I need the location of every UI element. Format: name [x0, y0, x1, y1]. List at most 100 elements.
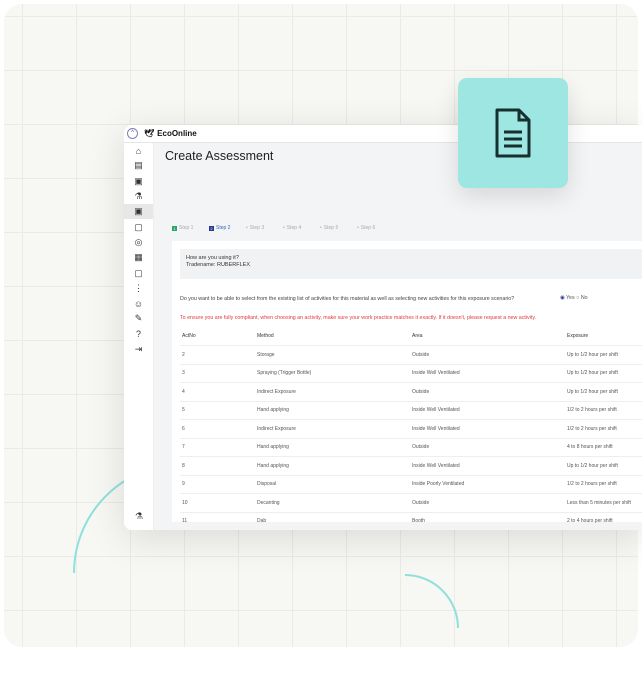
table-cell: 6 [180, 419, 255, 439]
table-cell: 1/2 to 2 hours per shift [565, 401, 642, 420]
step-6[interactable]: • Step 6 [357, 225, 394, 231]
location-icon[interactable]: ◎ [124, 235, 153, 250]
table-cell: Booth [410, 512, 565, 530]
more-icon[interactable]: ⋮ [124, 281, 153, 296]
table-cell: Indirect Exposure [255, 419, 410, 439]
page-title: Create Assessment [165, 149, 274, 163]
table-row[interactable]: 6 Indirect Exposure Inside Well Ventilated… [180, 419, 642, 439]
step-number: • [283, 225, 285, 231]
document-edit-icon[interactable]: ✎ [124, 311, 153, 326]
table-row[interactable]: 7 Hand applying Outside 4 to 8 hours per sh… [180, 438, 642, 457]
table-row[interactable]: 2 Storage Outside Up to 1/2 hour per shift [180, 345, 642, 365]
flask-icon[interactable]: ⚗ [124, 189, 153, 204]
clipboard-check-icon[interactable]: ▢ [124, 219, 153, 234]
table-row[interactable]: 9 Disposal Inside Poorly Ventilated 1/2 to … [180, 475, 642, 494]
step-number: 2 [209, 225, 214, 231]
table-cell: Up to 1/2 hour per shift [565, 382, 642, 402]
step-number: 1 [172, 225, 177, 231]
table-cell: Hand applying [255, 401, 410, 420]
step-2[interactable]: 2 Step 2 [209, 225, 246, 231]
table-row[interactable]: 5 Hand applying Inside Well Ventilated 1/2 … [180, 401, 642, 420]
step-5[interactable]: • Step 5 [320, 225, 357, 231]
compliance-warning: To ensure you are fully compliant, when … [180, 315, 537, 321]
step-label: Step 4 [286, 225, 302, 231]
tradename: Tradename: RUBERFLEX [186, 262, 250, 268]
radio-no-label: No [580, 295, 588, 301]
table-cell: Outside [410, 493, 565, 513]
step-label: Step 5 [323, 225, 339, 231]
user-icon[interactable]: ☺ [124, 296, 153, 311]
main-content: Create Assessment 1 Step 1 2 Step 2 • Step 3 •… [154, 143, 642, 530]
collapse-icon[interactable]: ^ [127, 128, 138, 139]
clipboard-user-icon[interactable]: ▣ [124, 174, 153, 189]
step-4[interactable]: • Step 4 [283, 225, 320, 231]
radio-yes-label: Yes [566, 295, 575, 301]
step-number: • [246, 225, 248, 231]
table-cell: Up to 1/2 hour per shift [565, 345, 642, 365]
table-cell: Hand applying [255, 438, 410, 457]
table-cell: 5 [180, 401, 255, 420]
table-row[interactable]: 8 Hand applying Inside Well Ventilated Up t… [180, 456, 642, 476]
step-label: Step 3 [249, 225, 265, 231]
radio-no[interactable]: ○ [576, 295, 579, 301]
table-cell: 7 [180, 438, 255, 457]
table-cell: Storage [255, 345, 410, 365]
table-cell: Indirect Exposure [255, 382, 410, 402]
table-cell: Inside Poorly Ventilated [410, 475, 565, 494]
table-cell: Less than 5 minutes per shift [565, 493, 642, 513]
table-row[interactable]: 10 Decanting Outside Less than 5 minutes pe… [180, 493, 642, 513]
table-cell: Outside [410, 345, 565, 365]
step-label: Step 1 [179, 225, 194, 231]
table-row[interactable]: 4 Indirect Exposure Outside Up to 1/2 hour … [180, 382, 642, 402]
building-icon[interactable]: ▤ [124, 158, 153, 173]
table-cell: Inside Well Ventilated [410, 419, 565, 439]
table-cell: 9 [180, 475, 255, 494]
table-row[interactable]: 11 Dab Booth 2 to 4 hours per shift [180, 512, 642, 530]
usage-question: How are you using it? [186, 255, 239, 261]
step-number: • [320, 225, 322, 231]
table-cell: Decanting [255, 493, 410, 513]
table-cell: Outside [410, 438, 565, 457]
column-header[interactable]: Area [410, 327, 565, 346]
clipboard-add-icon[interactable]: ▣ [124, 204, 153, 220]
stepper: 1 Step 1 2 Step 2 • Step 3 • Step 4 • Step 5 • Step… [172, 225, 394, 231]
step-label: Step 6 [360, 225, 376, 231]
checklist-icon[interactable]: ▢ [124, 265, 153, 280]
step-3[interactable]: • Step 3 [246, 225, 283, 231]
activity-radio-group: ◉ Yes ○ No [560, 295, 588, 301]
calendar-icon[interactable]: ▦ [124, 250, 153, 265]
home-icon[interactable]: ⌂ [124, 143, 153, 158]
sidebar: ⌂ ▤ ▣ ⚗ ▣ ▢ ◎ ▦ ▢ ⋮ ☺ ✎? ⇥ ⚗ [124, 143, 154, 530]
radio-yes[interactable]: ◉ [560, 295, 565, 301]
table-row[interactable]: 3 Spraying (Trigger Bottle) Inside Well Ve… [180, 364, 642, 383]
table-cell: 2 [180, 345, 255, 365]
table-cell: Up to 1/2 hour per shift [565, 364, 642, 383]
column-header[interactable]: Exposure [565, 327, 642, 346]
flask-bottom-icon[interactable]: ⚗ [124, 509, 154, 524]
column-header[interactable]: ActNo [180, 327, 255, 346]
column-header[interactable]: Method [255, 327, 410, 346]
step-1[interactable]: 1 Step 1 [172, 225, 209, 231]
table-cell: 1/2 to 2 hours per shift [565, 475, 642, 494]
logo: 🕊 EcoOnline [144, 129, 197, 138]
table-cell: Up to 1/2 hour per shift [565, 456, 642, 476]
table-cell: Inside Well Ventilated [410, 456, 565, 476]
table-cell: Hand applying [255, 456, 410, 476]
table-cell: 1/2 to 2 hours per shift [565, 419, 642, 439]
table-cell: 10 [180, 493, 255, 513]
table-cell: Inside Well Ventilated [410, 401, 565, 420]
table-cell: Outside [410, 382, 565, 402]
table-cell: 4 to 8 hours per shift [565, 438, 642, 457]
form-panel: How are you using it? Tradename: RUBERFL… [172, 241, 642, 530]
document-tile [458, 78, 568, 188]
table-header: ActNo Method Area Exposure [180, 327, 642, 346]
table-cell: 3 [180, 364, 255, 383]
help-icon[interactable]: ? [124, 327, 153, 342]
bird-logo-icon: 🕊 [144, 129, 155, 138]
table-cell: Disposal [255, 475, 410, 494]
table-cell: Inside Well Ventilated [410, 364, 565, 383]
usage-info-box: How are you using it? Tradename: RUBERFL… [180, 249, 642, 279]
activity-question: Do you want to be able to select from th… [180, 296, 515, 302]
step-label: Step 2 [216, 225, 231, 231]
logout-icon[interactable]: ⇥ [124, 342, 153, 357]
